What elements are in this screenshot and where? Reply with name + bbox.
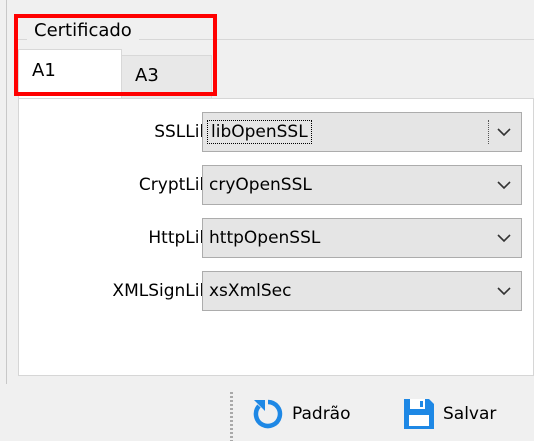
- ssllib-select[interactable]: libOpenSSL: [202, 112, 522, 152]
- field-row-httplib: HttpLib: httpOpenSSL: [19, 218, 534, 258]
- ssllib-focus-divider: [488, 120, 489, 144]
- window-left-border: [6, 0, 7, 441]
- toolbar-grip-handle[interactable]: [230, 392, 233, 441]
- chevron-down-icon[interactable]: [496, 230, 512, 246]
- save-button-label: Salvar: [443, 404, 497, 424]
- field-row-xmlsignlib: XMLSignLib: xsXmlSec: [19, 271, 534, 311]
- xmlsignlib-label: XMLSignLib:: [112, 281, 216, 301]
- default-button-label: Padrão: [292, 404, 351, 424]
- tab-a1[interactable]: A1: [18, 49, 122, 98]
- tab-panel-a1: SSLLib: libOpenSSL CryptLib: cryOpenSSL: [18, 98, 534, 376]
- ssllib-value-text: libOpenSSL: [207, 120, 312, 144]
- chevron-down-icon[interactable]: [496, 124, 512, 140]
- tab-a3-label: A3: [135, 65, 159, 86]
- bottom-toolbar: Padrão Salvar: [0, 384, 534, 441]
- xmlsignlib-selected-value: xsXmlSec: [209, 281, 292, 301]
- field-row-cryptlib: CryptLib: cryOpenSSL: [19, 165, 534, 205]
- cryptlib-selected-value: cryOpenSSL: [209, 175, 312, 195]
- field-row-ssllib: SSLLib: libOpenSSL: [19, 112, 534, 152]
- save-button[interactable]: Salvar: [401, 394, 496, 434]
- xmlsignlib-select[interactable]: xsXmlSec: [202, 271, 522, 311]
- ssllib-selected-value: libOpenSSL: [207, 113, 312, 151]
- refresh-icon: [253, 399, 283, 429]
- floppy-disk-icon: [404, 399, 434, 429]
- tab-a1-label: A1: [32, 60, 56, 81]
- default-button[interactable]: Padrão: [250, 394, 351, 434]
- cryptlib-select[interactable]: cryOpenSSL: [202, 165, 522, 205]
- certificado-settings-window: Certificado A1 A3 SSLLib: libOpenSSL Cry…: [0, 0, 534, 441]
- httplib-select[interactable]: httpOpenSSL: [202, 218, 522, 258]
- tab-a3[interactable]: A3: [122, 55, 212, 98]
- chevron-down-icon[interactable]: [496, 177, 512, 193]
- group-title-certificado: Certificado: [27, 20, 139, 42]
- chevron-down-icon[interactable]: [496, 283, 512, 299]
- httplib-selected-value: httpOpenSSL: [209, 228, 321, 248]
